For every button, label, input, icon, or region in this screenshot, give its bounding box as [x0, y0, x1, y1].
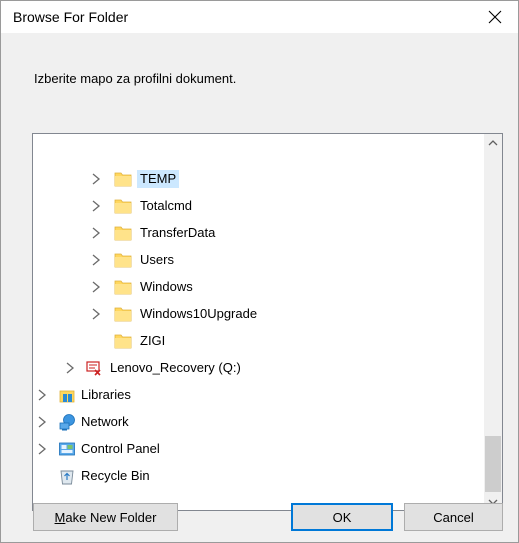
chevron-right-icon[interactable] [90, 253, 102, 267]
chevron-right-icon[interactable] [64, 361, 76, 375]
chevron-right-icon[interactable] [36, 415, 48, 429]
tree-item-lenovo-recovery[interactable]: Lenovo_Recovery (Q:) [33, 356, 484, 380]
control-panel-icon [58, 440, 76, 458]
tree-item-network[interactable]: Network [33, 410, 484, 434]
button-label: OK [332, 509, 352, 525]
folder-icon [114, 251, 132, 269]
tree-item-label: Windows10Upgrade [140, 306, 258, 321]
tree-item-label: TEMP [137, 170, 180, 188]
tree-item-libraries[interactable]: Libraries [33, 383, 484, 407]
vertical-scrollbar[interactable] [484, 134, 502, 510]
folder-icon [114, 170, 132, 188]
chevron-right-icon[interactable] [36, 442, 48, 456]
chevron-up-icon [488, 139, 498, 145]
tree-item-totalcmd[interactable]: Totalcmd [33, 194, 484, 218]
tree-item-zigi[interactable]: ZIGI [33, 329, 484, 353]
button-label: ake New Folder [65, 509, 157, 525]
close-button[interactable] [472, 1, 518, 33]
tree-item-label: Recycle Bin [81, 468, 150, 483]
tree-item-label: Users [140, 252, 174, 267]
chevron-right-icon[interactable] [90, 280, 102, 294]
tree-item-temp[interactable]: TEMP [33, 167, 484, 191]
prompt-text: Izberite mapo za profilni dokument. [34, 71, 237, 86]
button-label: Cancel [433, 509, 474, 525]
folder-tree[interactable]: TEMP Totalcmd TransferData Users Windows… [32, 133, 503, 511]
tree-item-windows[interactable]: Windows [33, 275, 484, 299]
recovery-drive-icon [85, 359, 103, 377]
tree-item-windows10upgrade[interactable]: Windows10Upgrade [33, 302, 484, 326]
folder-icon [114, 197, 132, 215]
folder-icon [114, 305, 132, 323]
ok-button[interactable]: OK [291, 503, 393, 531]
chevron-right-icon[interactable] [90, 199, 102, 213]
tree-item-label: Libraries [81, 387, 131, 402]
scroll-up-button[interactable] [484, 134, 502, 151]
title-bar: Browse For Folder [1, 1, 518, 33]
recycle-bin-icon [58, 467, 76, 485]
chevron-right-icon[interactable] [36, 388, 48, 402]
folder-icon [114, 224, 132, 242]
tree-item-label: Control Panel [81, 441, 160, 456]
tree-item-recycle-bin[interactable]: Recycle Bin [33, 464, 484, 488]
tree-item-label: Lenovo_Recovery (Q:) [110, 360, 241, 375]
tree-item-label: ZIGI [140, 333, 166, 348]
chevron-right-icon[interactable] [90, 172, 102, 186]
network-icon [58, 413, 76, 431]
window-title: Browse For Folder [13, 9, 129, 25]
tree-item-label: Windows [140, 279, 193, 294]
tree-item-transferdata[interactable]: TransferData [33, 221, 484, 245]
tree-item-control-panel[interactable]: Control Panel [33, 437, 484, 461]
tree-item-label: Network [81, 414, 129, 429]
tree-item-users[interactable]: Users [33, 248, 484, 272]
libraries-icon [58, 386, 76, 404]
tree-item-label: Totalcmd [140, 198, 193, 213]
dialog-body: Izberite mapo za profilni dokument. TEMP [1, 33, 518, 542]
browse-for-folder-dialog: Browse For Folder Izberite mapo za profi… [0, 0, 519, 543]
chevron-right-icon[interactable] [90, 307, 102, 321]
scrollbar-thumb[interactable] [485, 436, 501, 492]
make-new-folder-button[interactable]: Make New Folder [33, 503, 178, 531]
folder-icon [114, 332, 132, 350]
mnemonic-letter: M [54, 509, 66, 525]
folder-icon [114, 278, 132, 296]
chevron-right-icon[interactable] [90, 226, 102, 240]
close-icon [488, 10, 502, 24]
tree-item-label: TransferData [140, 225, 216, 240]
cancel-button[interactable]: Cancel [404, 503, 503, 531]
